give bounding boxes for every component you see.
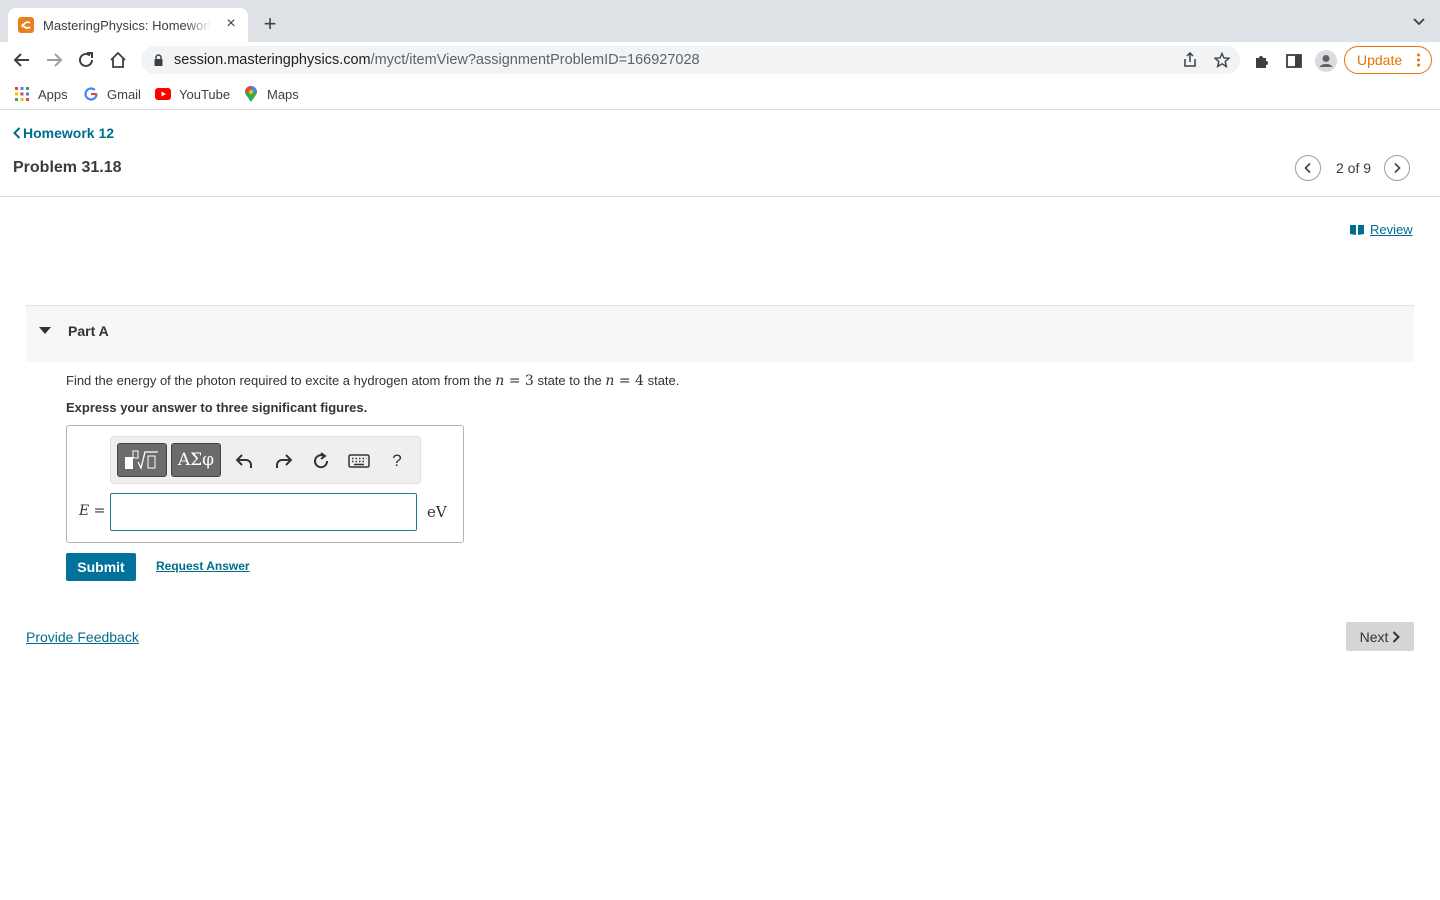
answer-variable: E: [79, 503, 90, 519]
google-g-icon: [83, 86, 99, 102]
answer-input[interactable]: [110, 493, 417, 531]
bookmark-label: Gmail: [107, 86, 141, 102]
question-suffix: state.: [643, 373, 680, 388]
bookmark-gmail[interactable]: Gmail: [83, 86, 141, 102]
previous-problem-button[interactable]: [1295, 155, 1321, 181]
review-label: Review: [1370, 222, 1413, 237]
bookmark-label: YouTube: [179, 86, 231, 102]
forward-arrow-icon[interactable]: [42, 48, 66, 72]
next-problem-button[interactable]: [1384, 155, 1411, 181]
question-text: Find the energy of the photon required t…: [66, 373, 679, 389]
star-bookmark-icon[interactable]: [1214, 52, 1230, 68]
answer-equals: =: [89, 503, 106, 519]
back-link-label: Homework 12: [23, 125, 115, 141]
question-middle: state to the: [533, 373, 606, 388]
reset-icon[interactable]: [310, 450, 332, 472]
pager-count: 2 of 9: [1336, 160, 1372, 176]
math-expression: n = 4: [605, 373, 644, 389]
caret-down-icon: [39, 327, 51, 334]
reload-icon[interactable]: [74, 48, 98, 72]
part-a-header[interactable]: Part A: [26, 305, 1414, 362]
help-button[interactable]: ?: [386, 450, 408, 472]
header-divider: [0, 196, 1440, 197]
book-icon: [1350, 225, 1364, 235]
fraction-root-template-icon: [125, 450, 158, 470]
browser-tab[interactable]: MasteringPhysics: Homework 12 ×: [8, 8, 248, 42]
back-arrow-icon[interactable]: [10, 48, 34, 72]
undo-icon[interactable]: [234, 450, 256, 472]
bookmark-youtube[interactable]: YouTube: [155, 86, 230, 102]
page-content: Homework 12 Problem 31.18 2 of 9 Review …: [0, 111, 1440, 900]
math-variable: n: [495, 373, 505, 389]
provide-feedback-link[interactable]: Provide Feedback: [26, 629, 139, 645]
answer-variable-label: E =: [79, 503, 105, 519]
maps-pin-icon: [243, 86, 259, 102]
apps-grid-icon: [14, 86, 30, 102]
answer-box: ΑΣφ ? E = eV: [66, 425, 464, 543]
greek-symbols-button[interactable]: ΑΣφ: [171, 443, 221, 477]
side-panel-icon[interactable]: [1285, 52, 1303, 70]
chevron-left-icon: [1304, 162, 1311, 174]
question-prefix: Find the energy of the photon required t…: [66, 373, 496, 388]
problem-title: Problem 31.18: [13, 159, 122, 176]
update-label: Update: [1357, 52, 1403, 68]
bookmark-apps[interactable]: Apps: [14, 86, 68, 102]
redo-icon[interactable]: [272, 450, 294, 472]
bookmark-label: Maps: [267, 86, 299, 102]
address-bar[interactable]: session.masteringphysics.com/myct/itemVi…: [141, 46, 1240, 74]
share-icon[interactable]: [1182, 52, 1198, 68]
url-host: session.masteringphysics.com: [174, 52, 371, 68]
math-editor-toolbar: ΑΣφ ?: [110, 436, 421, 484]
math-expression: n = 3: [495, 373, 534, 389]
profile-avatar-icon[interactable]: [1315, 50, 1337, 72]
tab-strip: MasteringPhysics: Homework 12 × +: [0, 0, 1440, 42]
chevron-right-icon: [1393, 630, 1401, 643]
bookmark-label: Apps: [38, 86, 68, 102]
submit-button[interactable]: Submit: [66, 553, 136, 581]
unit-label: eV: [427, 503, 447, 521]
url-text: session.masteringphysics.com/myct/itemVi…: [174, 52, 700, 68]
youtube-icon: [155, 86, 171, 102]
browser-toolbar: session.masteringphysics.com/myct/itemVi…: [0, 42, 1440, 78]
url-path: /myct/itemView?assignmentProblemID=16692…: [370, 52, 700, 68]
update-button[interactable]: Update: [1344, 46, 1432, 74]
chevron-right-icon: [1394, 162, 1401, 174]
back-to-assignment-link[interactable]: Homework 12: [13, 125, 114, 141]
review-link[interactable]: Review: [1350, 222, 1413, 237]
math-equality: = 3: [504, 373, 534, 389]
keyboard-icon[interactable]: [348, 450, 370, 472]
part-title: Part A: [68, 323, 109, 339]
chevron-left-icon: [13, 127, 21, 139]
extensions-puzzle-icon[interactable]: [1253, 52, 1271, 70]
lock-icon: [154, 54, 163, 66]
chevron-down-icon[interactable]: [1412, 15, 1426, 29]
answer-instruction: Express your answer to three significant…: [66, 400, 368, 415]
next-button[interactable]: Next: [1346, 622, 1414, 651]
next-label: Next: [1359, 628, 1389, 645]
more-menu-icon: [1417, 53, 1420, 67]
home-icon[interactable]: [106, 48, 130, 72]
templates-button[interactable]: [117, 443, 167, 477]
new-tab-button[interactable]: +: [258, 13, 282, 37]
math-equality: = 4: [614, 373, 644, 389]
tab-title: MasteringPhysics: Homework 12: [43, 17, 211, 33]
close-tab-icon[interactable]: ×: [222, 15, 240, 33]
mastering-logo-icon: [18, 17, 34, 33]
bookmark-maps[interactable]: Maps: [243, 86, 299, 102]
request-answer-link[interactable]: Request Answer: [156, 559, 250, 573]
problem-pager: 2 of 9: [1295, 155, 1411, 181]
bookmarks-bar: Apps Gmail YouTube Maps: [0, 78, 1440, 110]
